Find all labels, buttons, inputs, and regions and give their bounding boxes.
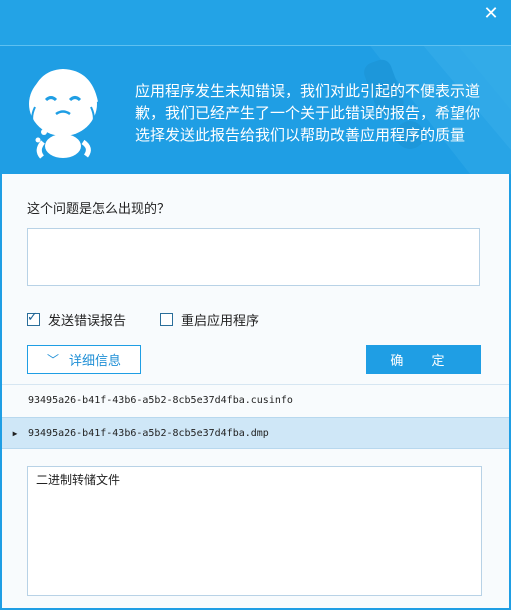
restart-app-checkbox[interactable]: 重启应用程序	[160, 310, 260, 329]
details-label: 详细信息	[69, 354, 122, 369]
details-button[interactable]: ﹀ 详细信息	[27, 345, 141, 374]
report-panel: 这个问题是怎么出现的？ ✓ 发送错误报告 重启应用程序 ﹀ 详细信息 确 定 9…	[2, 174, 509, 608]
file-row-selected[interactable]: ▶ 93495a26-b41f-43b6-a5b2-8cb5e37d4fba.d…	[2, 417, 509, 449]
check-icon: ✓	[27, 309, 38, 325]
checkbox-box[interactable]: ✓	[27, 309, 40, 326]
error-report-window: ✕ 应用程序发生未知错误，我们对此引起的不便表示道歉，我们已经产生了一个关于此错…	[0, 0, 511, 610]
ok-label: 确 定	[390, 354, 457, 369]
send-report-checkbox[interactable]: ✓ 发送错误报告	[27, 309, 127, 329]
file-preview-text: 二进制转储文件	[36, 473, 121, 487]
title-divider	[0, 45, 511, 46]
checkbox-box[interactable]	[160, 312, 173, 326]
ok-button[interactable]: 确 定	[366, 345, 481, 374]
send-report-label: 发送错误报告	[48, 313, 127, 329]
file-name: 93495a26-b41f-43b6-a5b2-8cb5e37d4fba.cus…	[28, 395, 293, 406]
close-icon[interactable]: ✕	[480, 3, 502, 25]
restart-app-label: 重启应用程序	[181, 313, 260, 329]
file-preview-box[interactable]: 二进制转储文件	[27, 466, 482, 596]
file-row[interactable]: 93495a26-b41f-43b6-a5b2-8cb5e37d4fba.cus…	[2, 384, 509, 416]
description-textarea[interactable]	[27, 228, 480, 286]
title-bar	[0, 0, 511, 45]
crying-mascot-icon	[29, 68, 98, 159]
chevron-down-icon: ﹀	[46, 353, 59, 367]
question-label: 这个问题是怎么出现的？	[27, 202, 171, 217]
error-message: 应用程序发生未知错误，我们对此引起的不便表示道歉，我们已经产生了一个关于此错误的…	[135, 82, 481, 144]
expand-arrow-icon[interactable]: ▶	[2, 429, 28, 438]
file-name: 93495a26-b41f-43b6-a5b2-8cb5e37d4fba.dmp	[28, 427, 269, 439]
